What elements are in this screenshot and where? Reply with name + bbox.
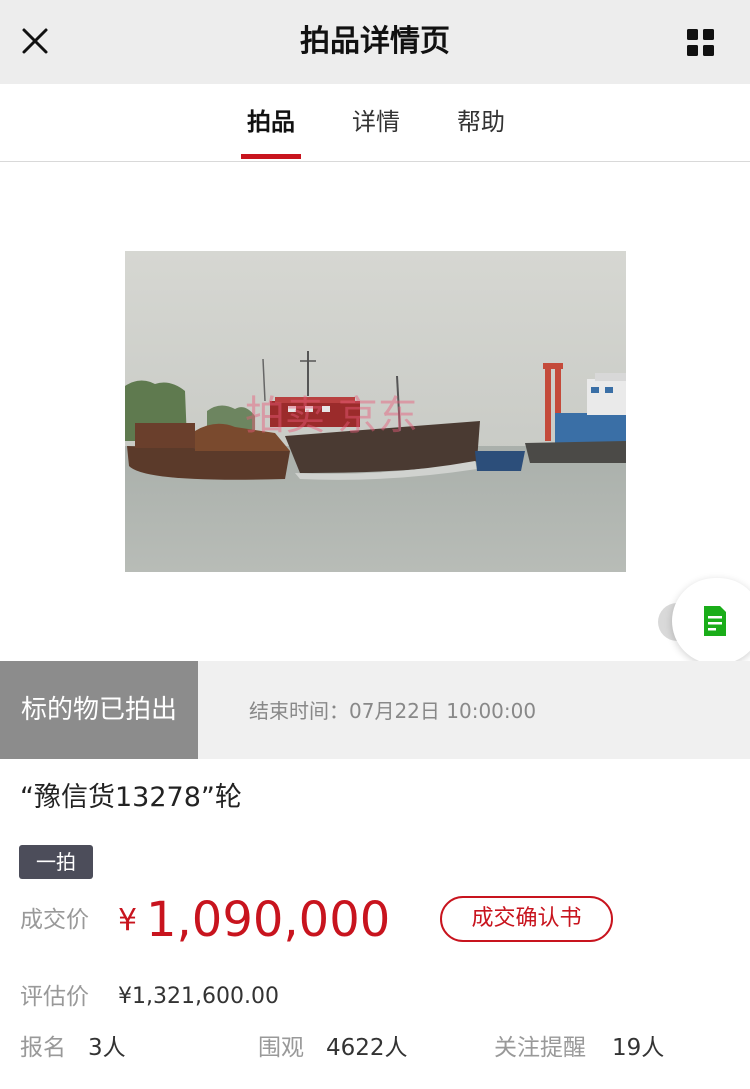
deal-price-label: 成交价: [20, 907, 89, 933]
sold-status: 标的物已拍出: [0, 661, 198, 759]
tab-details[interactable]: 详情: [336, 106, 416, 138]
active-tab-indicator: [241, 154, 301, 159]
document-icon[interactable]: [702, 604, 728, 638]
appraisal-price-value: ¥1,321,600.00: [118, 984, 279, 1009]
item-photo[interactable]: 拍卖 京东: [125, 251, 626, 572]
deal-price-currency: ¥: [118, 903, 138, 938]
tab-bar: 拍品 详情 帮助: [0, 84, 750, 162]
tab-auction-item[interactable]: 拍品: [231, 106, 311, 138]
appraisal-price-label: 评估价: [20, 984, 89, 1010]
stat-registered-value: 3人: [88, 1035, 126, 1061]
deal-confirmation-button[interactable]: 成交确认书: [440, 896, 613, 942]
end-time: 结束时间：07月22日 10:00:00: [249, 699, 537, 723]
top-nav-bar: 拍品详情页: [0, 0, 750, 84]
grid-menu-icon[interactable]: [686, 28, 716, 58]
stat-reminders-label: 关注提醒: [494, 1035, 586, 1061]
stat-viewers-label: 围观: [258, 1035, 304, 1061]
auction-round-badge: 一拍: [19, 845, 93, 879]
stat-registered-label: 报名: [20, 1035, 66, 1061]
deal-price-amount: 1,090,000: [146, 892, 391, 948]
item-title: “豫信货13278”轮: [20, 782, 242, 813]
page-title: 拍品详情页: [300, 24, 450, 59]
tab-help[interactable]: 帮助: [441, 106, 521, 138]
stat-viewers-value: 4622人: [326, 1035, 408, 1061]
photo-watermark: 拍卖 京东: [245, 393, 418, 439]
auction-status-bar: 标的物已拍出 结束时间：07月22日 10:00:00: [0, 661, 750, 759]
stat-reminders-value: 19人: [612, 1035, 665, 1061]
